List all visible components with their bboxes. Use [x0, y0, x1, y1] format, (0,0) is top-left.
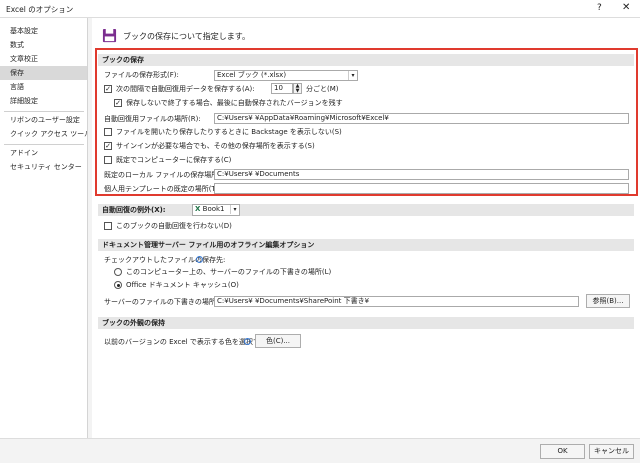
autorecover-location-label: 自動回復用ファイルの場所(R):: [104, 115, 201, 123]
default-computer-label: 既定でコンピューターに保存する(C): [116, 156, 232, 164]
sidebar-item-proofing[interactable]: 文章校正: [0, 52, 87, 66]
section-offline-editing: ドキュメント管理サーバー ファイル用のオフライン編集オプション: [98, 239, 634, 251]
sidebar-item-advanced[interactable]: 詳細設定: [0, 94, 87, 108]
sidebar-item-general[interactable]: 基本設定: [0, 24, 87, 38]
signin-checkbox[interactable]: ✓: [104, 142, 112, 150]
colors-button[interactable]: 色(C)...: [255, 334, 301, 348]
radio-local-drafts-label: このコンピューター上の、サーバーのファイルの下書きの場所(L): [126, 268, 332, 276]
section-save: ブックの保存: [98, 54, 634, 66]
drafts-location-label: サーバーのファイルの下書きの場所(V):: [104, 298, 229, 306]
minutes-stepper[interactable]: ▲ ▼: [293, 83, 302, 94]
section-appearance: ブックの外観の保持: [98, 317, 634, 329]
autorecover-checkbox[interactable]: ✓: [104, 85, 112, 93]
chevron-down-icon: ▾: [230, 205, 239, 214]
format-value: Excel ブック (*.xlsx): [217, 71, 287, 79]
footer: OK キャンセル: [0, 438, 640, 463]
sidebar-item-quick-access[interactable]: クイック アクセス ツール バー: [0, 127, 87, 141]
format-dropdown[interactable]: Excel ブック (*.xlsx) ▾: [214, 70, 358, 81]
browse-button[interactable]: 参照(B)...: [586, 294, 630, 308]
close-button[interactable]: ✕: [622, 2, 630, 13]
exceptions-title: 自動回復の例外(X):: [102, 206, 166, 214]
drafts-location-input[interactable]: C:¥Users¥ ¥Documents¥SharePoint 下書き¥: [214, 296, 579, 307]
sidebar-divider: [4, 111, 84, 112]
excel-icon: X: [195, 205, 201, 213]
info-icon: i: [196, 256, 203, 263]
disable-autorecover-checkbox[interactable]: [104, 222, 112, 230]
sidebar-divider: [4, 144, 84, 145]
sidebar-item-language[interactable]: 言語: [0, 80, 87, 94]
info-icon: i: [244, 338, 251, 345]
radio-local-drafts[interactable]: [114, 268, 122, 276]
format-label: ファイルの保存形式(F):: [104, 71, 179, 79]
ok-button[interactable]: OK: [540, 444, 585, 459]
autorecover-minutes-input[interactable]: 10: [271, 83, 293, 94]
radio-office-cache[interactable]: [114, 281, 122, 289]
default-computer-checkbox[interactable]: [104, 156, 112, 164]
main-panel: ブックの保存について指定します。 ブックの保存 ファイルの保存形式(F): Ex…: [92, 18, 640, 438]
window-title: Excel のオプション: [6, 5, 74, 14]
title-bar: Excel のオプション ? ✕: [0, 0, 640, 18]
radio-office-cache-label: Office ドキュメント キャッシュ(O): [126, 281, 239, 289]
disable-autorecover-label: このブックの自動回復を行わない(D): [116, 222, 232, 230]
autorecover-label: 次の間隔で自動回復用データを保存する(A):: [116, 85, 255, 93]
sidebar-item-formulas[interactable]: 数式: [0, 38, 87, 52]
autorecover-location-input[interactable]: C:¥Users¥ ¥AppData¥Roaming¥Microsoft¥Exc…: [214, 113, 629, 124]
page-header: ブックの保存について指定します。: [123, 32, 250, 41]
sidebar-item-save[interactable]: 保存: [0, 66, 87, 80]
chevron-down-icon: ▾: [348, 71, 357, 80]
template-label: 個人用テンプレートの既定の場所(T):: [104, 185, 221, 193]
local-location-input[interactable]: C:¥Users¥ ¥Documents: [214, 169, 629, 180]
sidebar-item-customize-ribbon[interactable]: リボンのユーザー設定: [0, 113, 87, 127]
minutes-suffix: 分ごと(M): [306, 85, 339, 93]
keep-last-checkbox[interactable]: ✓: [114, 99, 122, 107]
keep-last-label: 保存しないで終了する場合、最後に自動保存されたバージョンを残す: [126, 99, 343, 107]
cancel-button[interactable]: キャンセル: [589, 444, 634, 459]
signin-label: サインインが必要な場合でも、その他の保存場所を表示する(S): [116, 142, 315, 150]
exceptions-book-dropdown[interactable]: X Book1 ▾: [192, 204, 240, 216]
section-autorecover-exceptions: 自動回復の例外(X):: [98, 204, 634, 216]
backstage-checkbox[interactable]: [104, 128, 112, 136]
save-disk-icon: [102, 28, 117, 43]
sidebar-item-trust-center[interactable]: セキュリティ センター: [0, 160, 87, 174]
exceptions-book-value: Book1: [202, 205, 225, 213]
checkout-label: チェックアウトしたファイルの保存先:: [104, 256, 226, 264]
sidebar-item-addins[interactable]: アドイン: [0, 146, 87, 160]
template-input[interactable]: [214, 183, 629, 194]
local-location-label: 既定のローカル ファイルの保存場所(I):: [104, 171, 229, 179]
help-button[interactable]: ?: [597, 3, 602, 13]
backstage-label: ファイルを開いたり保存したりするときに Backstage を表示しない(S): [116, 128, 342, 136]
sidebar: 基本設定 数式 文章校正 保存 言語 詳細設定 リボンのユーザー設定 クイック …: [0, 18, 88, 438]
